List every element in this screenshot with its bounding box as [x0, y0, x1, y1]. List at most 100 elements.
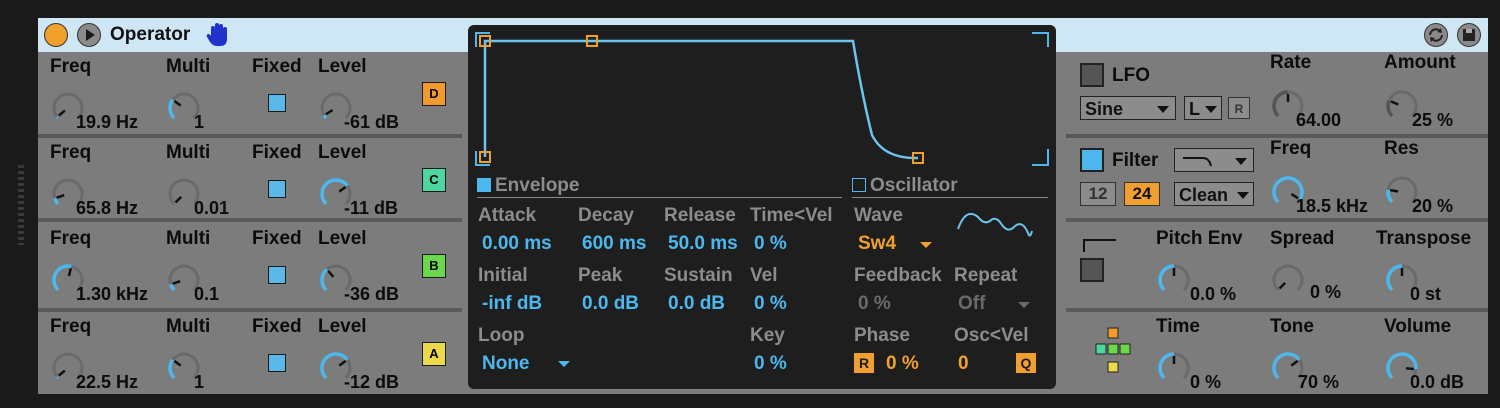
envelope-graph[interactable] — [468, 25, 1056, 175]
op-badge[interactable]: B — [422, 254, 446, 278]
op-badge[interactable]: A — [422, 342, 446, 366]
spread-knob[interactable] — [1270, 262, 1306, 298]
filter-enable-checkbox[interactable] — [1080, 148, 1104, 172]
loop-chevron-down-icon[interactable] — [558, 361, 570, 367]
tone-label: Tone — [1270, 316, 1314, 337]
filter-mode-chevron-down-icon — [1237, 192, 1249, 199]
feedback-label: Feedback — [854, 265, 942, 286]
filter-type-dropdown[interactable] — [1174, 148, 1254, 172]
time-vel-value[interactable]: 0 % — [754, 233, 787, 255]
lfo-wave-dropdown[interactable]: Sine — [1080, 96, 1176, 120]
pitch-env-knob[interactable] — [1156, 262, 1192, 298]
op-fixed-toggle[interactable] — [268, 354, 286, 372]
op-badge[interactable]: C — [422, 168, 446, 192]
lfo-wave-chevron-down-icon — [1157, 106, 1169, 113]
pitch-env-label: Pitch Env — [1156, 228, 1243, 249]
time-knob[interactable] — [1156, 350, 1192, 386]
wave-label: Wave — [854, 205, 903, 226]
loop-dropdown[interactable]: None — [482, 353, 530, 375]
op-fixed-toggle[interactable] — [268, 266, 286, 284]
waveform-preview-icon — [957, 213, 1033, 237]
lfo-panel: LFO Sine L R Rate 64.00 Amount 25 % — [1066, 52, 1488, 134]
repeat-chevron-down-icon[interactable] — [1018, 302, 1030, 308]
lfo-wave-value: Sine — [1085, 99, 1124, 119]
wave-dropdown[interactable]: Sw4 — [858, 233, 896, 255]
filter-res-value: 20 % — [1412, 196, 1454, 216]
op-fixed-label: Fixed — [252, 142, 302, 163]
envelope-divider — [477, 197, 842, 198]
divider — [38, 218, 462, 222]
pitch-env-checkbox[interactable] — [1080, 258, 1104, 282]
hand-icon[interactable] — [205, 22, 229, 53]
lfo-rate-value: 64.00 — [1296, 110, 1342, 130]
tone-value: 70 % — [1298, 372, 1340, 392]
op-level-label: Level — [318, 316, 367, 337]
op-multi-label: Multi — [166, 56, 211, 77]
op-fixed-toggle[interactable] — [268, 180, 286, 198]
filter-freq-label: Freq — [1270, 138, 1312, 159]
operator-row-c: Freq 65.8 Hz Multi 0.01 Fixed Level -11 … — [38, 138, 462, 218]
device-power-button[interactable] — [44, 23, 68, 47]
attack-value[interactable]: 0.00 ms — [482, 233, 552, 255]
peak-label: Peak — [578, 265, 623, 286]
oscillator-divider — [852, 197, 1048, 198]
release-value[interactable]: 50.0 ms — [668, 233, 738, 255]
divider — [1066, 218, 1488, 222]
decay-value[interactable]: 600 ms — [582, 233, 646, 255]
transpose-value: 0 st — [1410, 284, 1442, 304]
refresh-icon[interactable] — [1424, 23, 1448, 47]
quantize-button[interactable]: Q — [1016, 353, 1036, 373]
left-grip[interactable] — [18, 165, 24, 245]
filter-mode-dropdown[interactable]: Clean — [1174, 182, 1254, 206]
envelope-title: Envelope — [495, 175, 580, 196]
key-label: Key — [750, 325, 785, 346]
lfo-amount-value: 25 % — [1412, 110, 1454, 130]
transpose-label: Transpose — [1376, 228, 1472, 249]
algorithm-icon[interactable] — [1094, 326, 1134, 378]
lfo-retrigger-button[interactable]: R — [1228, 97, 1250, 119]
sustain-value[interactable]: 0.0 dB — [668, 293, 725, 315]
time-label: Time — [1156, 316, 1201, 337]
operator-row-d: Freq 19.9 Hz Multi 1 Fixed Level -61 dB … — [38, 52, 462, 134]
initial-value[interactable]: -inf dB — [482, 293, 542, 315]
pitch-panel: Pitch Env 0.0 % Spread 0 % Transpose 0 s… — [1066, 224, 1488, 308]
spread-value: 0 % — [1310, 282, 1342, 302]
oscillator-toggle[interactable] — [852, 178, 866, 192]
play-icon[interactable] — [77, 23, 101, 47]
op-badge[interactable]: D — [422, 82, 446, 106]
filter-slope-24-button[interactable]: 24 — [1124, 182, 1160, 206]
filter-slope-12-button[interactable]: 12 — [1080, 182, 1116, 206]
lfo-enable-checkbox[interactable] — [1080, 63, 1104, 87]
initial-label: Initial — [478, 265, 528, 286]
lfo-title: LFO — [1112, 65, 1150, 86]
osc-vel-label: Osc<Vel — [954, 325, 1029, 346]
phase-value[interactable]: 0 % — [886, 353, 919, 375]
lfo-range-dropdown[interactable]: L — [1184, 96, 1222, 120]
loop-label: Loop — [478, 325, 525, 346]
wave-chevron-down-icon[interactable] — [920, 242, 932, 248]
key-value[interactable]: 0 % — [754, 353, 787, 375]
op-freq-label: Freq — [50, 228, 92, 249]
osc-vel-value[interactable]: 0 — [958, 353, 969, 375]
operator-device: Operator Freq 19.9 Hz Multi 1 Fixed Leve… — [38, 18, 1488, 394]
sustain-label: Sustain — [664, 265, 733, 286]
envelope-toggle[interactable] — [477, 178, 491, 192]
repeat-dropdown[interactable]: Off — [958, 293, 985, 315]
lfo-range-value: L — [1189, 99, 1200, 119]
spread-label: Spread — [1270, 228, 1335, 249]
peak-value[interactable]: 0.0 dB — [582, 293, 639, 315]
save-preset-icon[interactable] — [1457, 23, 1481, 47]
pitch-env-value: 0.0 % — [1190, 284, 1237, 304]
phase-retrigger-button[interactable]: R — [854, 353, 874, 373]
op-freq-value: 22.5 Hz — [76, 372, 139, 392]
feedback-value[interactable]: 0 % — [858, 293, 891, 315]
op-freq-label: Freq — [50, 142, 92, 163]
vel-value[interactable]: 0 % — [754, 293, 787, 315]
decay-label: Decay — [578, 205, 634, 226]
op-fixed-toggle[interactable] — [268, 94, 286, 112]
op-freq-label: Freq — [50, 316, 92, 337]
volume-value: 0.0 dB — [1410, 372, 1465, 392]
op-freq-label: Freq — [50, 56, 92, 77]
oscillator-title: Oscillator — [870, 175, 958, 196]
op-multi-label: Multi — [166, 228, 211, 249]
